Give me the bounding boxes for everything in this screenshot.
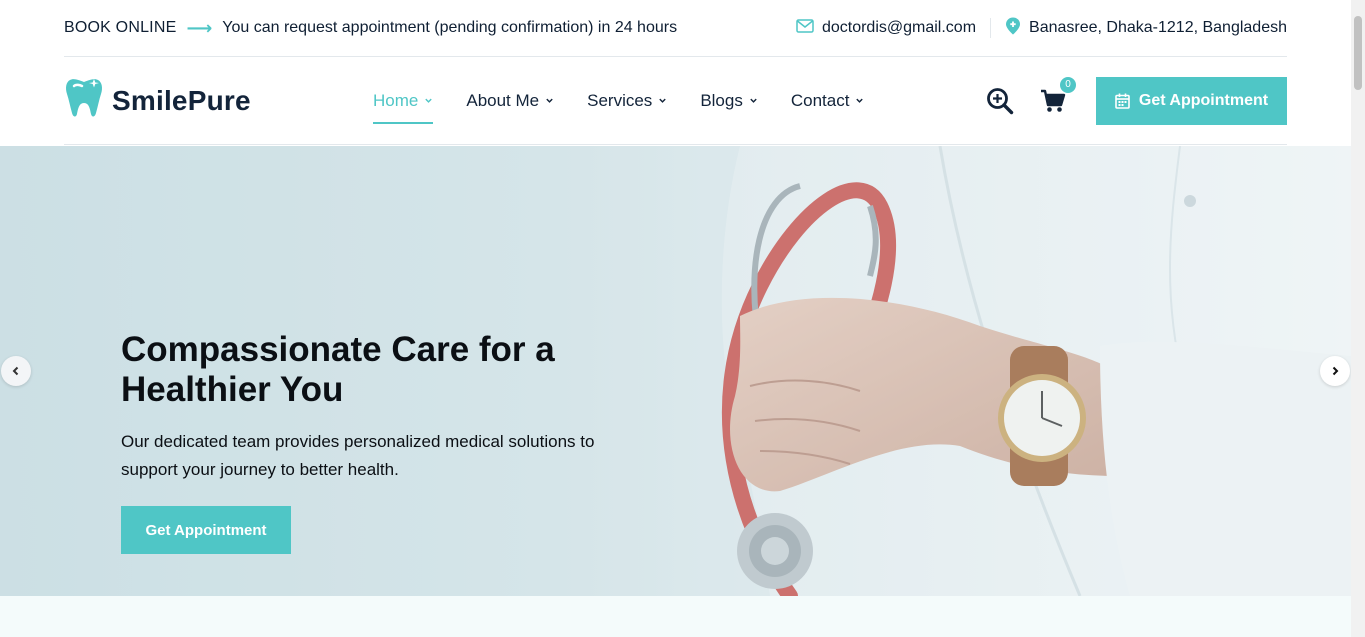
chevron-left-icon (12, 366, 19, 376)
tooth-logo-icon (64, 76, 104, 125)
nav-item-label: About Me (466, 90, 540, 110)
email-link[interactable]: doctordis@gmail.com (822, 19, 976, 37)
hero-get-appointment-button[interactable]: Get Appointment (121, 506, 291, 554)
nav-item-services[interactable]: Services (587, 78, 667, 124)
hero-content: Compassionate Care for a Healthier You O… (121, 330, 641, 554)
nav-item-blogs[interactable]: Blogs (700, 78, 758, 124)
cart-icon (1041, 89, 1066, 112)
next-section-strip (0, 596, 1351, 637)
chevron-down-icon (425, 98, 433, 103)
slider-next-button[interactable] (1320, 356, 1350, 386)
chevron-down-icon (750, 98, 757, 103)
header-actions: 0 Get Appointment (986, 76, 1287, 125)
booking-notice: BOOK ONLINE ⟶ You can request appointmen… (64, 18, 677, 39)
logo[interactable]: SmilePure (64, 76, 364, 125)
hero-title: Compassionate Care for a Healthier You (121, 330, 555, 409)
calendar-icon (1115, 93, 1130, 109)
booking-notice-text: You can request appointment (pending con… (222, 19, 678, 36)
search-button[interactable] (986, 87, 1014, 115)
chevron-down-icon (659, 98, 667, 103)
chevron-down-icon (546, 98, 553, 103)
get-appointment-label: Get Appointment (1138, 91, 1269, 109)
scrollbar-thumb[interactable] (1354, 16, 1362, 90)
page-scrollbar[interactable] (1351, 0, 1365, 637)
nav-item-label: Blogs (700, 90, 743, 110)
email-info[interactable]: doctordis@gmail.com (796, 18, 976, 38)
main-nav: Home About Me Services Blogs Contact (373, 78, 864, 124)
search-plus-icon (987, 87, 1014, 114)
book-online-label: BOOK ONLINE (64, 19, 177, 36)
address-info: Banasree, Dhaka-1212, Bangladesh (1005, 17, 1287, 40)
address-text: Banasree, Dhaka-1212, Bangladesh (1029, 19, 1287, 36)
nav-item-label: Home (373, 90, 419, 110)
nav-item-about-me[interactable]: About Me (466, 78, 554, 124)
slider-prev-button[interactable] (1, 356, 31, 386)
cart-button[interactable]: 0 (1040, 76, 1076, 113)
cart-count-badge: 0 (1060, 76, 1076, 93)
nav-item-contact[interactable]: Contact (791, 78, 865, 124)
divider (990, 18, 992, 38)
top-info-bar: BOOK ONLINE ⟶ You can request appointmen… (64, 0, 1287, 57)
nav-item-label: Services (587, 90, 653, 110)
chevron-down-icon (856, 98, 864, 103)
mail-icon (796, 18, 814, 38)
logo-text: SmilePure (112, 84, 251, 116)
nav-item-home[interactable]: Home (373, 78, 434, 124)
contact-info: doctordis@gmail.com Banasree, Dhaka-1212… (796, 17, 1287, 40)
arrow-right-icon: ⟶ (186, 17, 213, 38)
get-appointment-button[interactable]: Get Appointment (1096, 76, 1287, 125)
main-header: SmilePure Home About Me Services Blogs C… (64, 57, 1287, 145)
chevron-right-icon (1332, 366, 1339, 376)
hero-slider: Compassionate Care for a Healthier You O… (0, 146, 1351, 596)
nav-item-label: Contact (790, 90, 850, 110)
hero-subtitle: Our dedicated team provides personalized… (121, 432, 595, 479)
location-pin-icon (1005, 17, 1021, 40)
